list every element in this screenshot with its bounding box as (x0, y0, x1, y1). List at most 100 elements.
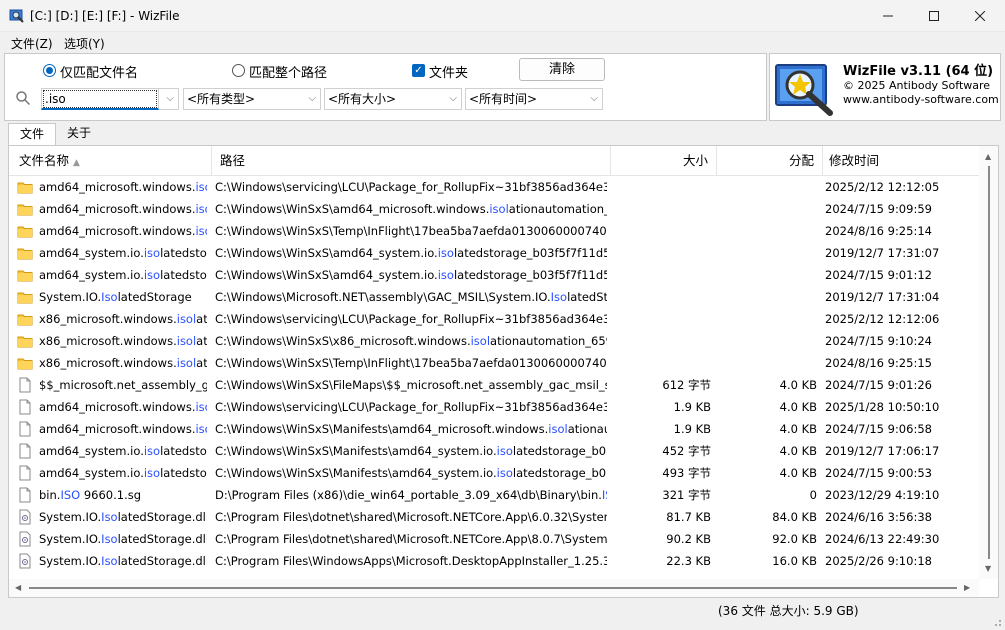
folders-checkbox[interactable]: ✓ (412, 64, 425, 77)
menu-options[interactable]: 选项(Y) (64, 35, 105, 52)
file-name-post: ationautomation (196, 356, 207, 370)
vertical-scroll-thumb[interactable] (988, 166, 990, 559)
file-path-hl: iso (437, 268, 454, 282)
table-row[interactable]: System.IO.IsolatedStorage.dll C:\Program … (9, 506, 979, 528)
scroll-down-icon[interactable]: ▼ (985, 564, 991, 573)
file-size: 1.9 KB (673, 400, 711, 414)
file-path-post: ationautomation_6595b64144ccf1df (567, 422, 607, 436)
column-header-name[interactable]: 文件名称 ▲ (9, 146, 212, 176)
file-alloc: 4.0 KB (779, 400, 817, 414)
file-size: 1.9 KB (673, 422, 711, 436)
file-path-post: latedstorage_b03f5f7f11d50a3a_4.0 (453, 246, 607, 260)
table-row[interactable]: amd64_system.io.isolatedstorageC:\Window… (9, 440, 979, 462)
table-row[interactable]: $$_microsoft.net_assembly_gac_msil_syste… (9, 374, 979, 396)
maximize-button[interactable] (911, 0, 957, 32)
file-modified: 2019/12/7 17:31:04 (825, 290, 940, 304)
file-modified: 2024/8/16 9:25:14 (825, 224, 932, 238)
file-path-hl: isol (489, 202, 509, 216)
table-row[interactable]: System.IO.IsolatedStorage.dll C:\Program … (9, 528, 979, 550)
match-fullpath-radio[interactable] (232, 64, 245, 77)
table-row[interactable]: System.IO.IsolatedStorage C:\Windows\Micr… (9, 286, 979, 308)
time-filter-select[interactable]: <所有时间> ⌵ (465, 88, 603, 110)
file-name-hl: iso (143, 246, 161, 260)
search-input[interactable]: .iso (41, 88, 159, 110)
match-filename-radio[interactable] (43, 64, 56, 77)
sort-ascending-icon: ▲ (73, 158, 80, 168)
file-name: System.IO.IsolatedStorage (39, 286, 207, 308)
file-name-hl: Iso (101, 510, 118, 524)
type-filter-select[interactable]: <所有类型> ⌵ (183, 88, 321, 110)
match-fullpath-label[interactable]: 匹配整个路径 (249, 62, 327, 81)
tab-about[interactable]: 关于 (58, 123, 100, 146)
maximize-icon (929, 11, 939, 21)
file-name-post: latedstorage (160, 466, 207, 480)
folders-label[interactable]: 文件夹 (429, 62, 468, 81)
app-name-version: WizFile v3.11 (64 位) (843, 64, 994, 79)
horizontal-scroll-thumb[interactable] (29, 587, 957, 589)
file-name-pre: System.IO. (39, 510, 102, 524)
chevron-down-icon: ⌵ (449, 93, 457, 104)
horizontal-scrollbar[interactable]: ◀ ▶ (9, 579, 979, 597)
file-name-post: ationautomation (196, 312, 207, 326)
file-path: C:\Windows\WinSxS\Manifests\amd64_micros… (215, 418, 607, 440)
column-header-modified[interactable]: 修改时间 (823, 146, 979, 176)
column-header-size[interactable]: 大小 (611, 146, 717, 176)
clear-button[interactable]: 清除 (519, 58, 605, 81)
file-alloc (719, 220, 817, 242)
table-row[interactable]: amd64_system.io.isolatedstorageC:\Window… (9, 242, 979, 264)
file-path-pre: C:\Windows\WinSxS\x86_microsoft.windows. (215, 334, 471, 348)
file-size: 321 字节 (662, 488, 711, 502)
file-path: C:\Windows\WinSxS\Temp\InFlight\17bea5ba… (215, 220, 607, 242)
minimize-button[interactable] (865, 0, 911, 32)
column-header-alloc[interactable]: 分配 (717, 146, 823, 176)
table-row[interactable]: x86_microsoft.windows.isolationautomatio… (9, 330, 979, 352)
table-row[interactable]: amd64_microsoft.windows.isolationautomat… (9, 176, 979, 198)
file-path: C:\Windows\WinSxS\Manifests\amd64_system… (215, 440, 607, 462)
file-icon (19, 487, 31, 503)
size-filter-select[interactable]: <所有大小> ⌵ (324, 88, 462, 110)
vertical-scrollbar[interactable]: ▲ ▼ (979, 146, 998, 579)
file-path-hl: isol (548, 422, 568, 436)
search-history-dropdown[interactable]: ⌵ (159, 88, 179, 110)
file-path-hl: isol (470, 334, 491, 348)
scroll-right-icon[interactable]: ▶ (964, 583, 970, 592)
file-size (613, 308, 711, 330)
file-name-hl: isol (176, 334, 197, 348)
table-row[interactable]: amd64_microsoft.windows.isolationautomat… (9, 396, 979, 418)
search-icon (16, 91, 31, 106)
file-path: C:\Windows\servicing\LCU\Package_for_Rol… (215, 308, 607, 330)
folder-icon (17, 182, 33, 194)
scroll-up-icon[interactable]: ▲ (985, 152, 991, 161)
file-path-hl: iso (437, 246, 454, 260)
file-size: 90.2 KB (666, 532, 711, 546)
chevron-down-icon: ⌵ (166, 93, 174, 104)
copyright-text: © 2025 Antibody Software (843, 79, 991, 92)
table-row[interactable]: amd64_microsoft.windows.isolationautomat… (9, 418, 979, 440)
resize-grip-icon[interactable] (992, 617, 1002, 627)
table-row[interactable]: amd64_microsoft.windows.isolationautomat… (9, 220, 979, 242)
table-row[interactable]: amd64_system.io.isolatedstorageC:\Window… (9, 462, 979, 484)
file-modified: 2025/2/12 12:12:06 (825, 312, 940, 326)
scroll-left-icon[interactable]: ◀ (15, 583, 21, 592)
file-size: 452 字节 (662, 444, 711, 458)
table-row[interactable]: x86_microsoft.windows.isolationautomatio… (9, 308, 979, 330)
table-row[interactable]: System.IO.IsolatedStorage.dll C:\Program … (9, 550, 979, 572)
website-link[interactable]: www.antibody-software.com (843, 93, 999, 106)
file-path: C:\Windows\WinSxS\amd64_system.io.isolat… (215, 242, 607, 264)
table-row[interactable]: bin.ISO 9660.1.sg D:\Program Files (x86)\… (9, 484, 979, 506)
table-row[interactable]: amd64_system.io.isolatedstorageC:\Window… (9, 264, 979, 286)
file-path-pre: C:\Windows\servicing\LCU\Package_for_Rol… (215, 312, 607, 326)
menu-file[interactable]: 文件(Z) (11, 35, 53, 52)
table-row[interactable]: x86_microsoft.windows.isolationautomatio… (9, 352, 979, 374)
tab-files[interactable]: 文件 (8, 123, 56, 146)
about-logo-panel[interactable]: WizFile v3.11 (64 位) © 2025 Antibody Sof… (769, 53, 1001, 121)
table-row[interactable]: amd64_microsoft.windows.isolationautomat… (9, 198, 979, 220)
match-filename-label[interactable]: 仅匹配文件名 (60, 62, 138, 81)
column-header-path[interactable]: 路径 (212, 146, 611, 176)
file-alloc (719, 242, 817, 264)
dll-icon (19, 509, 31, 525)
file-path-pre: C:\Windows\WinSxS\Manifests\amd64_system… (215, 466, 497, 480)
close-button[interactable] (957, 0, 1003, 32)
file-path: C:\Program Files\WindowsApps\Microsoft.D… (215, 550, 607, 572)
file-name: System.IO.IsolatedStorage.dll (39, 506, 207, 528)
